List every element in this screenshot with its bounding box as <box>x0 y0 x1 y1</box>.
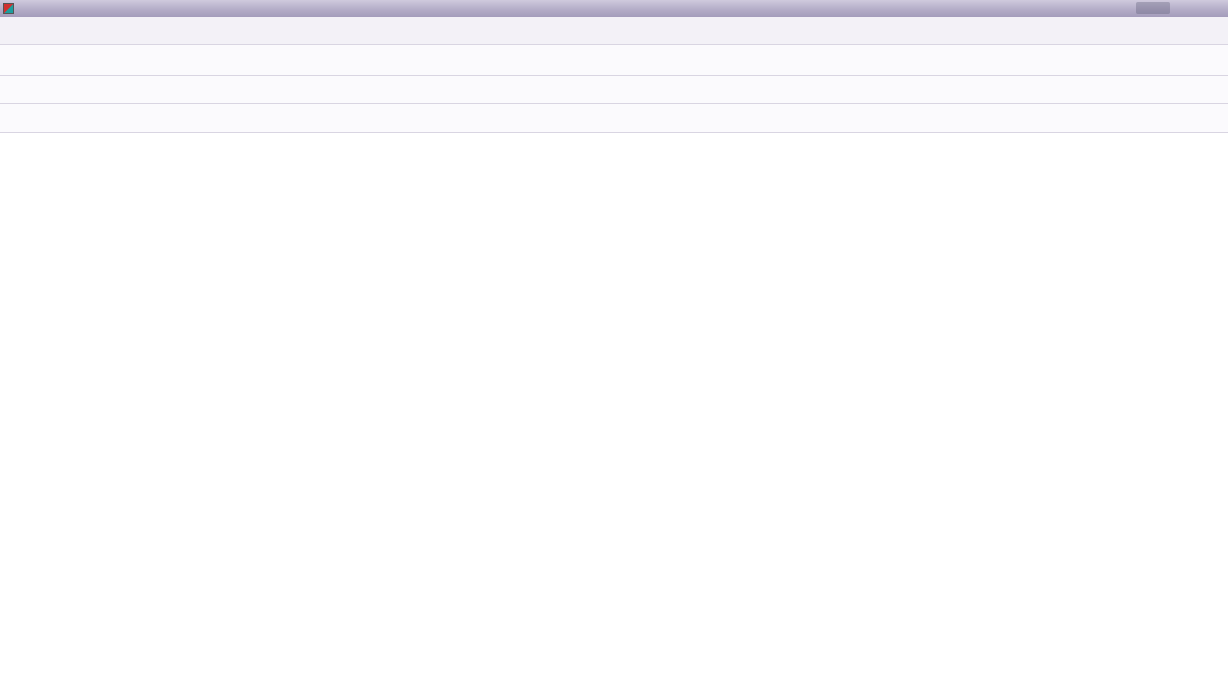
toolbar-navigation <box>0 76 1228 104</box>
menubar <box>0 17 1228 45</box>
toolbar-gann-tools <box>0 104 1228 133</box>
toolbar-main <box>0 45 1228 76</box>
winner-gann-app <box>0 0 1228 676</box>
kline-chart-area[interactable] <box>0 133 1228 676</box>
window-controls-area[interactable] <box>1136 2 1170 14</box>
app-icon <box>3 3 14 14</box>
window-titlebar[interactable] <box>0 0 1228 17</box>
